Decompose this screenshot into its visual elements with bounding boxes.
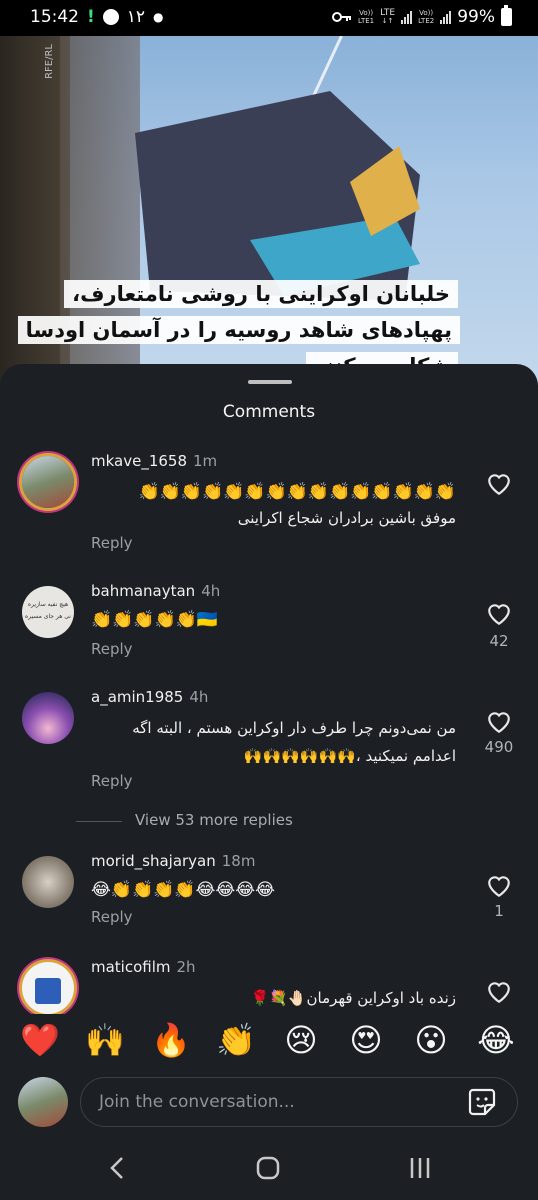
view-more-replies-button[interactable]: View 53 more replies [135,811,293,829]
emoji-surprised-button[interactable]: 😮 [411,1020,451,1060]
video-caption-line-2: پهپادهای شاهد روسیه را در آسمان اودسا [17,316,460,344]
emoji-clap-button[interactable]: 👏 [216,1020,256,1060]
status-time: 15:42 [30,7,79,27]
comment-username[interactable]: bahmanaytan 4h [91,582,220,600]
back-icon[interactable] [108,1156,126,1180]
comment-input-placeholder: Join the conversation... [99,1092,295,1112]
volte-lte2: Vo)) LTE2 [418,9,435,25]
comment-text-line-1: 👏👏👏👏👏👏👏👏👏👏👏👏👏👏👏 [138,482,456,502]
comment-composer: Join the conversation... [0,1070,538,1136]
video-watermark: RFE/RL [44,44,55,79]
emoji-heart-eyes-button[interactable]: 😍 [346,1020,386,1060]
alert-icon: ! [87,7,95,27]
key-icon [332,12,352,22]
comment-text-line-2: موفق باشین برادران شجاع اکراینی [237,509,456,527]
reply-button[interactable]: Reply [91,640,133,658]
heart-icon[interactable] [486,980,512,1004]
reply-button[interactable]: Reply [91,534,133,552]
emoji-fire-button[interactable]: 🔥 [151,1020,191,1060]
battery-icon [501,5,512,26]
like-count: 1 [494,902,504,920]
dot-icon: ● [153,10,164,24]
signal-icon-1 [401,10,413,24]
emoji-reaction-bar: ❤️ 🙌 🔥 👏 😢 😍 😮 😂 [0,1014,538,1070]
current-user-avatar [18,1077,68,1127]
avatar[interactable] [22,456,74,508]
signal-icon-2 [440,10,452,24]
emoji-crying-button[interactable]: 😢 [281,1020,321,1060]
comment-username[interactable]: mkave_1658 1m [91,452,217,470]
comment-text-line-2: اعدامم نمیکنید ،🙌🙌🙌🙌🙌🙌 [243,747,456,765]
comment-text: 👏👏👏👏👏🇺🇦 [91,610,219,630]
app-notification-icon [102,9,119,25]
comment-text: 😂👏👏👏👏😂😂😂😂 [91,880,275,900]
heart-icon[interactable] [486,472,512,496]
emoji-heart-button[interactable]: ❤️ [20,1020,60,1060]
emoji-laughing-button[interactable]: 😂 [476,1020,516,1060]
battery-percent: 99% [457,7,495,27]
comment-text: زنده باد اوکراین قهرمان🤚🏻💐🌹 [250,989,456,1007]
heart-icon[interactable] [486,710,512,734]
video-player[interactable]: RFE/RL خلبانان اوکراینی با روشی نامتعارف… [0,36,538,386]
emoji-raised-hands-button[interactable]: 🙌 [85,1020,125,1060]
like-count: 490 [484,738,514,756]
comment-username[interactable]: maticofilm 2h [91,958,196,976]
comment-input[interactable]: Join the conversation... [80,1077,518,1127]
avatar[interactable] [22,856,74,908]
heart-icon[interactable] [486,602,512,626]
reply-button[interactable]: Reply [91,908,133,926]
notification-count: ۱۲ [126,7,146,27]
reply-button[interactable]: Reply [91,772,133,790]
avatar[interactable] [22,962,74,1014]
comment-username[interactable]: morid_shajaryan 18m [91,852,255,870]
system-navigation-bar [0,1136,538,1200]
film-icon [35,978,61,1004]
sticker-icon[interactable] [467,1087,497,1117]
avatar[interactable]: هیچ نفیه سازیره نی هر جای مسیره [22,586,74,638]
comment-username[interactable]: a_amin1985 4h [91,688,208,706]
like-count: 42 [489,632,509,650]
comment-text-line-1: من نمی‌دونم چرا طرف دار اوکراین هستم ، ا… [132,719,456,737]
divider [76,821,122,822]
drag-handle[interactable] [248,380,292,384]
video-caption-line-1: خلبانان اوکراینی با روشی نامتعارف، [64,280,458,308]
recents-icon[interactable] [408,1156,432,1180]
home-icon[interactable] [256,1156,280,1180]
heart-icon[interactable] [486,874,512,898]
volte-lte1: Vo)) LTE1 [358,9,375,25]
status-bar: 15:42 ! ۱۲ ● Vo)) LTE1 LTE ↓↑ Vo)) LTE2 99% [0,0,538,36]
lte-indicator: LTE ↓↑ [380,8,396,26]
comments-title: Comments [222,402,316,422]
avatar[interactable] [22,692,74,744]
